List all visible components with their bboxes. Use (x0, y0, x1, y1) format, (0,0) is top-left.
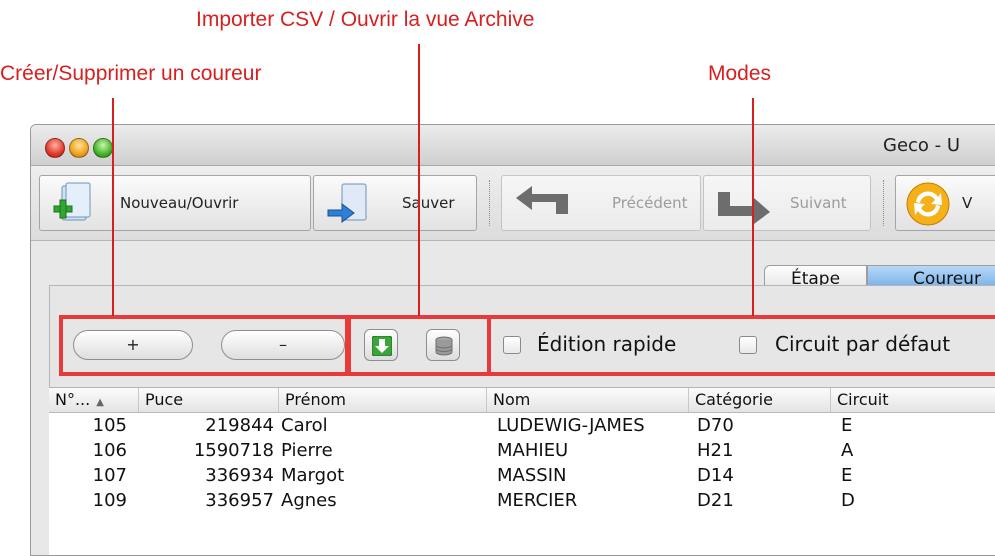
cell-nom[interactable]: MASSIN (497, 463, 566, 488)
previous-label: Précédent (612, 194, 688, 212)
cell-prenom[interactable]: Margot (281, 463, 344, 488)
cell-number[interactable]: 109 (49, 488, 127, 513)
previous-button[interactable]: Précédent (501, 175, 701, 231)
cell-puce[interactable]: 336934 (139, 463, 274, 488)
cell-circuit[interactable]: D (841, 488, 855, 513)
cell-circuit[interactable]: A (841, 438, 853, 463)
sort-ascending-icon: ▲ (96, 397, 104, 408)
annotation-line-modes (752, 98, 754, 316)
annotation-line-create-delete (112, 98, 114, 316)
column-header-nom[interactable]: Nom (487, 388, 689, 412)
cell-circuit[interactable]: E (841, 463, 852, 488)
back-arrow-icon (516, 186, 568, 214)
cell-prenom[interactable]: Pierre (281, 438, 333, 463)
cell-number[interactable]: 107 (49, 463, 127, 488)
cell-nom[interactable]: MERCIER (497, 488, 577, 513)
cell-categorie[interactable]: D70 (697, 413, 734, 438)
toolbar-separator (883, 180, 884, 226)
cell-puce[interactable]: 219844 (139, 413, 274, 438)
refresh-label: V (962, 194, 973, 212)
next-button[interactable]: Suivant (703, 175, 871, 231)
save-button[interactable]: Sauver (313, 175, 477, 231)
new-open-button[interactable]: Nouveau/Ouvrir (39, 175, 311, 231)
refresh-icon (906, 182, 950, 226)
cell-categorie[interactable]: D14 (697, 463, 734, 488)
column-header-number[interactable]: N°... ▲ (49, 388, 139, 412)
new-open-label: Nouveau/Ouvrir (120, 194, 239, 212)
cell-nom[interactable]: MAHIEU (497, 438, 568, 463)
highlight-create-delete (59, 315, 351, 376)
cell-categorie[interactable]: D21 (697, 488, 734, 513)
app-window: Geco - U Nouveau/Ouvrir Sauver Précédent… (30, 124, 995, 556)
next-label: Suivant (790, 194, 847, 212)
cell-number[interactable]: 105 (49, 413, 127, 438)
column-header-prenom[interactable]: Prénom (279, 388, 487, 412)
close-window-button[interactable] (45, 138, 65, 158)
forward-arrow-icon (718, 192, 770, 224)
cell-prenom[interactable]: Agnes (281, 488, 337, 513)
minimize-window-button[interactable] (69, 138, 89, 158)
annotation-create-delete: Créer/Supprimer un coureur (0, 62, 262, 85)
toolbar-separator (489, 180, 490, 226)
highlight-modes (487, 315, 995, 376)
cell-number[interactable]: 106 (49, 438, 127, 463)
title-bar: Geco - U (31, 125, 995, 166)
cell-prenom[interactable]: Carol (281, 413, 328, 438)
annotation-import-archive: Importer CSV / Ouvrir la vue Archive (196, 8, 535, 31)
annotation-modes: Modes (708, 62, 772, 85)
cell-nom[interactable]: LUDEWIG-JAMES (497, 413, 645, 438)
runners-table: N°... ▲ Puce Prénom Nom Catégorie Circuit… (49, 387, 995, 555)
table-header: N°... ▲ Puce Prénom Nom Catégorie Circuit (49, 388, 995, 413)
cell-circuit[interactable]: E (841, 413, 852, 438)
refresh-button[interactable]: V (895, 175, 995, 231)
cell-categorie[interactable]: H21 (697, 438, 733, 463)
main-toolbar: Nouveau/Ouvrir Sauver Précédent Suivant (31, 166, 995, 241)
column-header-categorie[interactable]: Catégorie (689, 388, 831, 412)
save-label: Sauver (402, 194, 455, 212)
zoom-window-button[interactable] (93, 138, 113, 158)
new-document-icon (53, 182, 91, 221)
highlight-import-archive (345, 315, 491, 376)
cell-puce[interactable]: 336957 (139, 488, 274, 513)
window-title: Geco - U (883, 135, 961, 156)
column-header-circuit[interactable]: Circuit (831, 388, 995, 412)
save-icon (327, 183, 367, 223)
annotation-line-import-archive (418, 44, 420, 316)
column-header-puce[interactable]: Puce (139, 388, 279, 412)
cell-puce[interactable]: 1590718 (139, 438, 274, 463)
